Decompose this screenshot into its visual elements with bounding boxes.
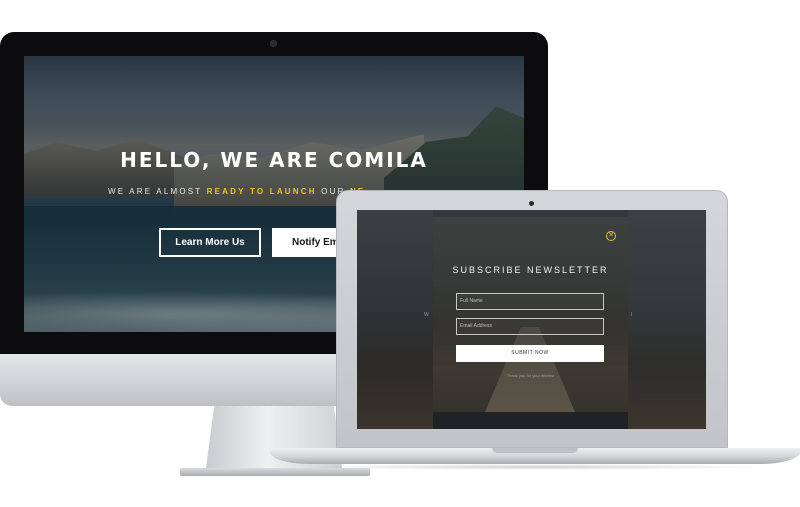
hero-subtitle-pre: WE ARE ALMOST [108, 187, 207, 196]
fine-print: Thank you for your interest [506, 373, 555, 378]
bg-text-left: W [424, 312, 430, 318]
bg-text-right: I [631, 312, 634, 318]
macbook-shadow [300, 464, 770, 470]
bg-photo-left [357, 210, 433, 429]
macbook-notch [492, 448, 578, 453]
full-name-input[interactable]: Full Name [456, 293, 604, 310]
macbook-screen: W I ✕ SUBSCRIBE NEWSLETTER Full Name Ema… [357, 210, 706, 429]
submit-button[interactable]: SUBMIT NOW [456, 345, 604, 362]
camera-icon [529, 201, 534, 206]
learn-more-button[interactable]: Learn More Us [159, 228, 261, 257]
macbook-device: W I ✕ SUBSCRIBE NEWSLETTER Full Name Ema… [270, 190, 800, 470]
hero-title: HELLO, WE ARE COMILA [120, 148, 428, 172]
modal-shade [433, 217, 628, 412]
newsletter-modal: ✕ SUBSCRIBE NEWSLETTER Full Name Email A… [433, 217, 628, 412]
modal-title: SUBSCRIBE NEWSLETTER [452, 265, 609, 275]
bg-photo-right [628, 210, 706, 429]
camera-icon [270, 40, 277, 47]
close-circle-icon[interactable]: ✕ [606, 231, 616, 241]
email-input[interactable]: Email Address [456, 318, 604, 335]
